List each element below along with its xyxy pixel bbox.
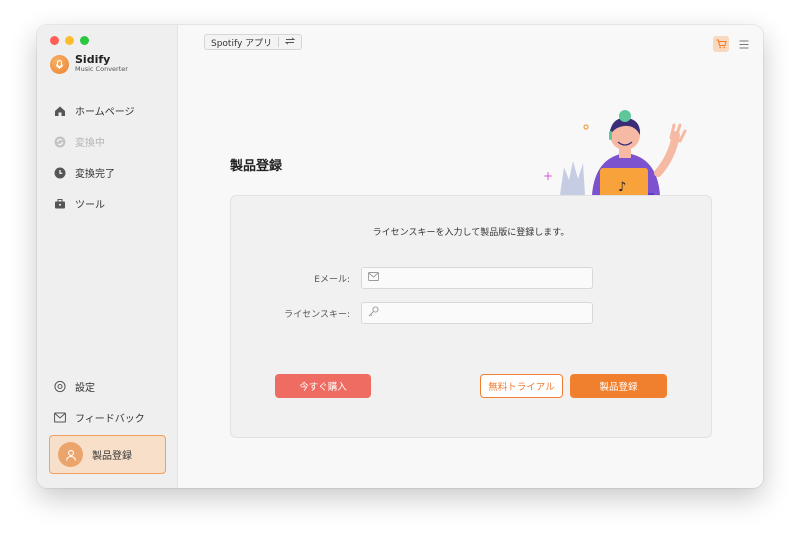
menu-icon[interactable] [739,34,749,53]
free-trial-button[interactable]: 無料トライアル [480,374,563,398]
svg-text:+: + [543,169,553,183]
registration-card: ライセンスキーを入力して製品版に登録します。 Eメール: ライセンスキー: 今す… [230,195,712,438]
sidebar-nav: ホームページ 変換中 変換完了 ツール [37,95,178,219]
sidebar-item-label: ホームページ [75,107,135,118]
sidebar-item-label: フィードバック [75,414,145,425]
sidebar-item-label: 変換完了 [75,169,115,180]
minimize-window-button[interactable] [65,36,74,45]
brand-logo-icon [50,54,69,74]
cart-button[interactable] [713,34,729,53]
buy-now-button[interactable]: 今すぐ購入 [275,374,371,398]
app-window: Sidify Music Converter ホームページ 変換中 変換完了 ツ… [37,25,763,488]
swap-icon [284,36,296,48]
sidebar-bottom-nav: 設定 フィードバック [37,371,178,433]
brand: Sidify Music Converter [50,54,128,74]
license-row: ライセンスキー: [231,302,593,324]
top-right-toolbar [713,34,749,53]
email-row: Eメール: [231,267,593,289]
brand-subtitle: Music Converter [75,65,128,73]
svg-text:♪: ♪ [618,180,626,195]
converting-icon [54,136,66,148]
source-switch-button[interactable]: Spotify アプリ [204,34,303,50]
gear-icon [54,380,66,393]
mail-icon [368,272,379,284]
user-icon [58,442,83,467]
sidebar-item-label: ツール [75,200,105,211]
sidebar-item-label: 変換中 [75,138,105,149]
clock-icon [54,167,66,179]
page-title: 製品登録 [230,159,283,174]
sidebar-item-tools[interactable]: ツール [37,188,178,219]
sidebar-item-converted[interactable]: 変換完了 [37,157,178,188]
zoom-window-button[interactable] [80,36,89,45]
home-icon [54,105,66,117]
sidebar-item-feedback[interactable]: フィードバック [37,402,178,433]
window-controls [50,36,89,45]
sidebar-item-home[interactable]: ホームページ [37,95,178,126]
brand-name: Sidify [75,53,111,66]
sidebar-item-register[interactable]: 製品登録 [49,435,166,474]
register-button[interactable]: 製品登録 [570,374,667,398]
account-label: 製品登録 [92,451,132,462]
key-icon [368,306,379,320]
sidebar-item-label: 設定 [75,383,95,394]
license-field-box [361,302,593,324]
license-key-field[interactable] [383,308,592,318]
source-label: Spotify アプリ [211,38,273,49]
main-panel: Spotify アプリ 製品登録 + ♪ ライセンスキーを入力して製品版に登録し… [178,25,763,488]
close-window-button[interactable] [50,36,59,45]
toolbox-icon [54,198,66,210]
sidebar-item-settings[interactable]: 設定 [37,371,178,402]
sidebar: Sidify Music Converter ホームページ 変換中 変換完了 ツ… [37,25,178,488]
sidebar-item-converting[interactable]: 変換中 [37,126,178,157]
cart-icon [716,34,727,53]
email-label: Eメール: [314,274,350,285]
mail-icon [54,412,66,424]
license-label: ライセンスキー: [284,309,350,320]
email-field-box [361,267,593,289]
email-field[interactable] [383,273,592,283]
registration-intro: ライセンスキーを入力して製品版に登録します。 [372,228,570,238]
